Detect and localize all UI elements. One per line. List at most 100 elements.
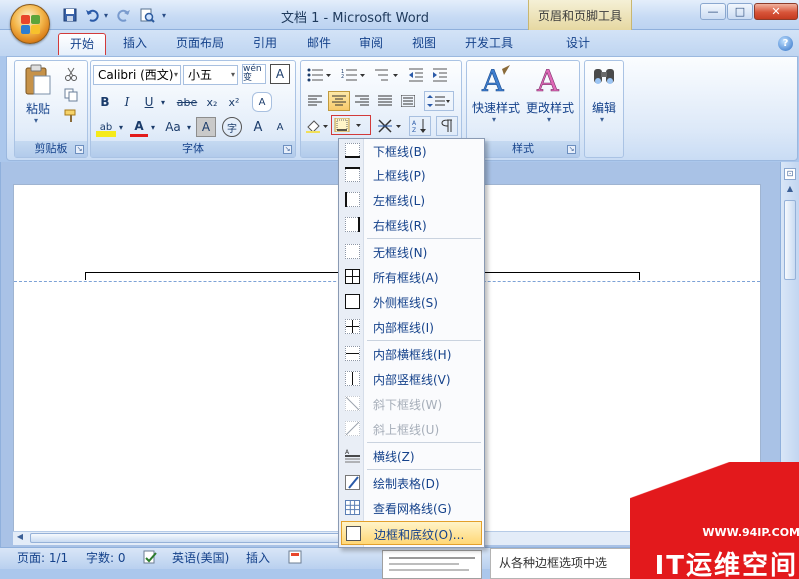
font-launcher-icon[interactable]: ↘ bbox=[283, 145, 292, 154]
subscript-button[interactable]: x₂ bbox=[202, 92, 222, 112]
sort-icon[interactable]: AZ bbox=[409, 116, 431, 136]
menu-item-inside-vertical[interactable]: 内部竖框线(V) bbox=[341, 367, 482, 391]
page-count[interactable]: 页面: 1/1 bbox=[17, 550, 77, 566]
menu-item-diagonal-up[interactable]: 斜上框线(U) bbox=[341, 417, 482, 441]
superscript-button[interactable]: x² bbox=[224, 92, 244, 112]
horizontal-scroll-thumb[interactable] bbox=[30, 533, 350, 543]
view-gridlines-icon bbox=[345, 500, 360, 515]
bold-button[interactable]: B bbox=[96, 92, 114, 112]
macro-record-icon[interactable] bbox=[288, 550, 306, 566]
scroll-up-icon[interactable]: ▲ bbox=[784, 184, 796, 196]
show-marks-icon[interactable] bbox=[436, 116, 458, 136]
vertical-scroll-thumb[interactable] bbox=[784, 200, 796, 280]
tab-insert[interactable]: 插入 bbox=[115, 33, 155, 55]
office-button[interactable] bbox=[10, 4, 50, 44]
font-size-combo[interactable]: 小五 ▾ bbox=[183, 65, 238, 85]
decrease-indent-icon[interactable] bbox=[406, 65, 426, 85]
shrink-font-button[interactable]: A bbox=[270, 117, 290, 137]
increase-indent-icon[interactable] bbox=[430, 65, 450, 85]
insert-mode-indicator[interactable]: 插入 bbox=[246, 550, 276, 566]
menu-item-view-gridlines[interactable]: 查看网格线(G) bbox=[341, 496, 482, 520]
scroll-left-icon[interactable]: ◀ bbox=[14, 532, 26, 544]
multilevel-list-icon[interactable] bbox=[372, 65, 402, 85]
close-button[interactable]: ✕ bbox=[754, 3, 798, 20]
menu-item-label: 内部横框线(H) bbox=[373, 348, 452, 362]
undo-icon[interactable] bbox=[84, 6, 100, 24]
phonetic-guide-button[interactable]: wén 变 bbox=[242, 64, 266, 84]
align-left-icon[interactable] bbox=[305, 91, 325, 111]
print-preview-icon[interactable] bbox=[138, 6, 156, 24]
shading-icon[interactable] bbox=[305, 116, 331, 136]
justify-icon[interactable] bbox=[375, 91, 395, 111]
change-case-dropdown-icon[interactable]: ▾ bbox=[184, 117, 194, 137]
phonetic-guide-label: wén 变 bbox=[243, 64, 262, 83]
change-styles-button[interactable]: A 更改样式 ▾ bbox=[523, 63, 577, 133]
italic-button[interactable]: I bbox=[118, 92, 136, 112]
font-name-combo[interactable]: Calibri (西文) ▾ bbox=[93, 65, 181, 85]
underline-button[interactable]: U bbox=[140, 92, 158, 112]
language-indicator[interactable]: 英语(美国) bbox=[172, 550, 236, 566]
format-painter-icon[interactable] bbox=[62, 106, 80, 126]
tab-review[interactable]: 审阅 bbox=[351, 33, 391, 55]
copy-icon[interactable] bbox=[62, 85, 80, 105]
tab-references[interactable]: 引用 bbox=[245, 33, 285, 55]
strikethrough-button[interactable]: abe bbox=[174, 92, 200, 112]
distributed-icon[interactable] bbox=[398, 91, 418, 111]
minimize-button[interactable]: — bbox=[700, 3, 726, 20]
menu-item-horizontal-line[interactable]: A 横线(Z) bbox=[341, 444, 482, 468]
qat-customize-icon[interactable]: ▾ bbox=[160, 6, 168, 24]
menu-item-left-border[interactable]: 左框线(L) bbox=[341, 188, 482, 212]
tab-developer[interactable]: 开发工具 bbox=[458, 33, 520, 55]
menu-item-inside-horizontal[interactable]: 内部横框线(H) bbox=[341, 342, 482, 366]
menu-item-inside-borders[interactable]: 内部框线(I) bbox=[341, 315, 482, 339]
char-shading-button[interactable]: A bbox=[196, 117, 216, 137]
bullets-icon[interactable] bbox=[305, 65, 335, 85]
chinese-layout-icon[interactable] bbox=[376, 116, 406, 136]
tab-home[interactable]: 开始 bbox=[58, 33, 106, 55]
menu-item-bottom-border[interactable]: 下框线(B) bbox=[341, 139, 482, 163]
menu-item-borders-and-shading[interactable]: 边框和底纹(O)... bbox=[341, 521, 482, 545]
save-icon[interactable] bbox=[62, 6, 78, 24]
ruler-toggle-icon[interactable]: ⊡ bbox=[784, 168, 796, 180]
menu-item-all-borders[interactable]: 所有框线(A) bbox=[341, 265, 482, 289]
font-color-dropdown-icon[interactable]: ▾ bbox=[148, 117, 158, 137]
numbering-icon[interactable]: 12 bbox=[339, 65, 369, 85]
tab-design[interactable]: 设计 bbox=[557, 33, 599, 55]
menu-item-draw-table[interactable]: 绘制表格(D) bbox=[341, 471, 482, 495]
editing-button[interactable]: 编辑 ▾ bbox=[586, 63, 622, 133]
clear-format-button[interactable]: A bbox=[252, 92, 272, 112]
grow-font-button[interactable]: A bbox=[248, 117, 268, 137]
highlight-button[interactable]: ab bbox=[96, 117, 116, 137]
borders-button[interactable] bbox=[331, 115, 371, 135]
menu-item-right-border[interactable]: 右框线(R) bbox=[341, 213, 482, 237]
menu-item-diagonal-down[interactable]: 斜下框线(W) bbox=[341, 392, 482, 416]
menu-item-top-border[interactable]: 上框线(P) bbox=[341, 163, 482, 187]
align-center-icon[interactable] bbox=[328, 91, 350, 111]
clipboard-launcher-icon[interactable]: ↘ bbox=[75, 145, 84, 154]
word-count[interactable]: 字数: 0 bbox=[86, 550, 142, 566]
line-spacing-icon[interactable] bbox=[424, 91, 454, 111]
maximize-button[interactable]: □ bbox=[727, 3, 753, 20]
menu-item-no-border[interactable]: 无框线(N) bbox=[341, 240, 482, 264]
quick-styles-button[interactable]: A 快速样式 ▾ bbox=[470, 63, 522, 133]
menu-item-outside-borders[interactable]: 外侧框线(S) bbox=[341, 290, 482, 314]
font-color-button[interactable]: A bbox=[130, 117, 148, 137]
char-border-button[interactable]: A bbox=[270, 64, 290, 84]
paste-button[interactable]: 粘贴 ▾ bbox=[20, 64, 56, 128]
enclose-char-button[interactable]: 字 bbox=[222, 117, 242, 137]
redo-icon[interactable] bbox=[116, 6, 132, 24]
help-icon[interactable]: ? bbox=[778, 36, 793, 51]
proofing-icon[interactable] bbox=[142, 550, 160, 566]
tab-view[interactable]: 视图 bbox=[404, 33, 444, 55]
highlight-dropdown-icon[interactable]: ▾ bbox=[116, 117, 126, 137]
styles-launcher-icon[interactable]: ↘ bbox=[567, 145, 576, 154]
align-right-icon[interactable] bbox=[352, 91, 372, 111]
font-name-dropdown-icon: ▾ bbox=[173, 70, 178, 79]
menu-separator bbox=[367, 469, 481, 470]
tab-mailings[interactable]: 邮件 bbox=[299, 33, 339, 55]
change-case-button[interactable]: Aa bbox=[162, 117, 184, 137]
underline-dropdown-icon[interactable]: ▾ bbox=[158, 92, 168, 112]
cut-icon[interactable] bbox=[62, 64, 80, 84]
tab-page-layout[interactable]: 页面布局 bbox=[170, 33, 230, 55]
undo-dropdown-icon[interactable]: ▾ bbox=[101, 6, 111, 24]
